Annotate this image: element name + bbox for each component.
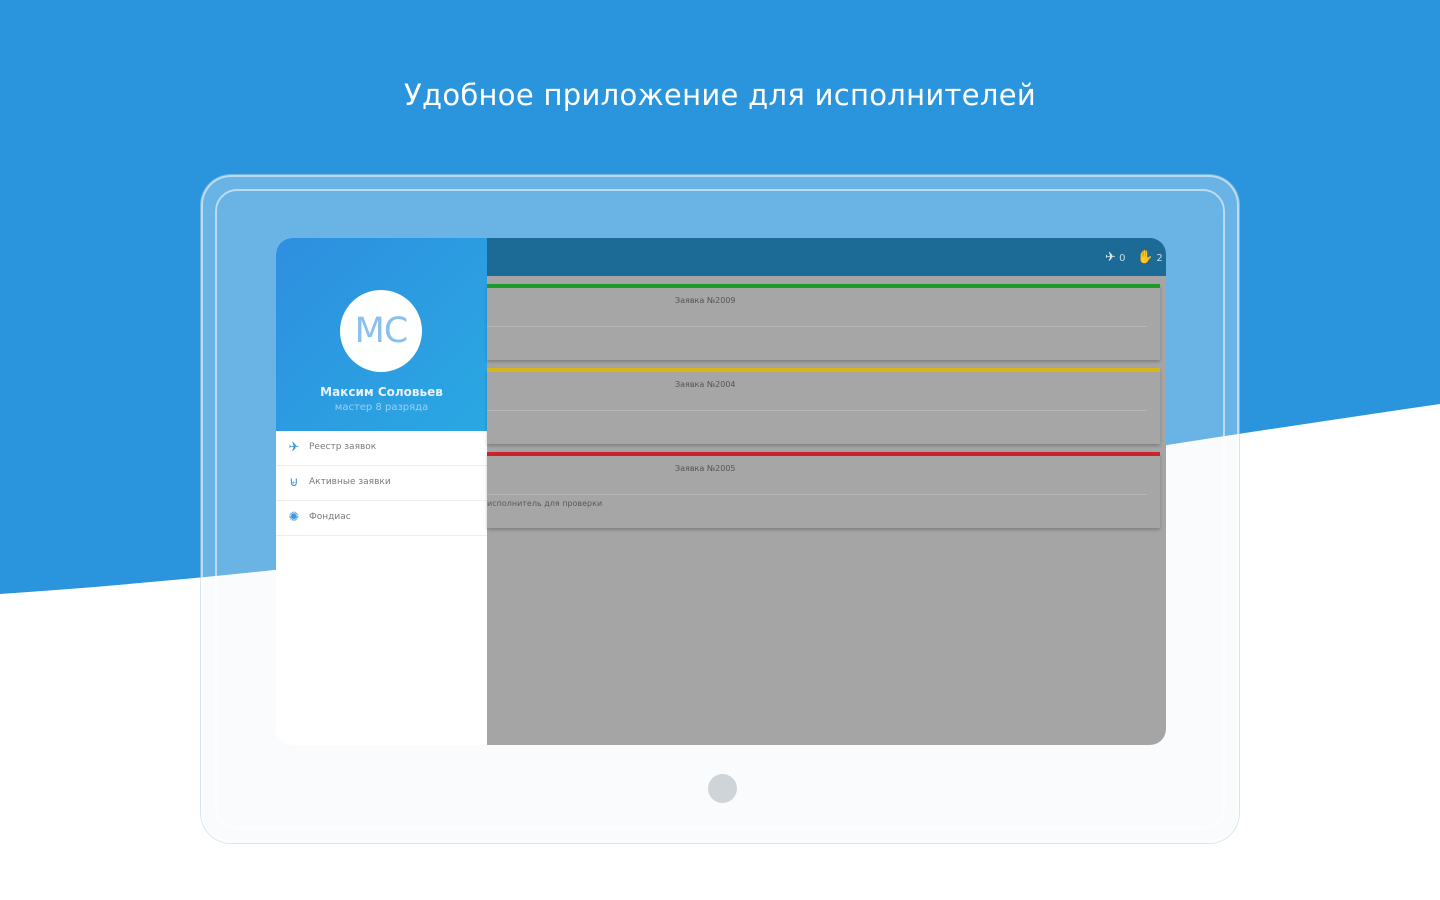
request-card[interactable]: Заявка №2009: [487, 284, 1160, 360]
request-card[interactable]: Заявка №2005 исполнитель для проверки: [487, 452, 1160, 528]
request-note: исполнитель для проверки: [487, 499, 603, 508]
request-title: Заявка №2009: [675, 296, 736, 305]
menu-item-active-requests[interactable]: ⊌ Активные заявки: [276, 467, 487, 501]
card-divider: [487, 494, 1147, 495]
toolbar-stat-taken[interactable]: ✋ 2: [1137, 250, 1163, 265]
menu-item-settings[interactable]: ✺ Фондиас: [276, 502, 487, 536]
user-role: мастер 8 разряда: [334, 402, 429, 413]
planned-count: 0: [1119, 253, 1126, 264]
hand-icon: ✋: [1137, 250, 1154, 265]
card-divider: [487, 326, 1147, 327]
avatar[interactable]: МС: [340, 290, 422, 372]
status-stripe-green: [487, 284, 1160, 288]
taken-count: 2: [1156, 253, 1163, 264]
toolbar-stat-planned[interactable]: ✈ 0: [1105, 250, 1125, 265]
menu-item-label: Реестр заявок: [309, 442, 377, 452]
navigation-drawer: МС Максим Соловьев мастер 8 разряда ✈ Ре…: [276, 238, 487, 745]
card-divider: [487, 410, 1147, 411]
settings-icon: ✺: [288, 510, 300, 525]
menu-item-label: Фондиас: [309, 512, 351, 522]
status-stripe-yellow: [487, 368, 1160, 372]
drawer-header: МС Максим Соловьев мастер 8 разряда: [276, 238, 487, 431]
registry-icon: ✈: [288, 440, 300, 455]
request-title: Заявка №2005: [675, 464, 736, 473]
plane-icon: ✈: [1105, 250, 1116, 265]
app-toolbar: ✈ 0 ✋ 2: [487, 238, 1166, 276]
status-stripe-red: [487, 452, 1160, 456]
headline: Удобное приложение для исполнителей: [404, 78, 1036, 112]
menu-item-label: Активные заявки: [309, 477, 391, 487]
menu-item-registry[interactable]: ✈ Реестр заявок: [276, 432, 487, 466]
request-title: Заявка №2004: [675, 380, 736, 389]
user-name: Максим Соловьев: [320, 385, 443, 399]
home-button[interactable]: [708, 774, 737, 803]
app-screen: МС Максим Соловьев мастер 8 разряда ✈ Ре…: [276, 238, 1166, 745]
active-requests-icon: ⊌: [289, 475, 299, 490]
request-card[interactable]: Заявка №2004: [487, 368, 1160, 444]
requests-content: ✈ 0 ✋ 2 Заявка №2009 Заявка №2004 Заявка…: [487, 238, 1166, 745]
